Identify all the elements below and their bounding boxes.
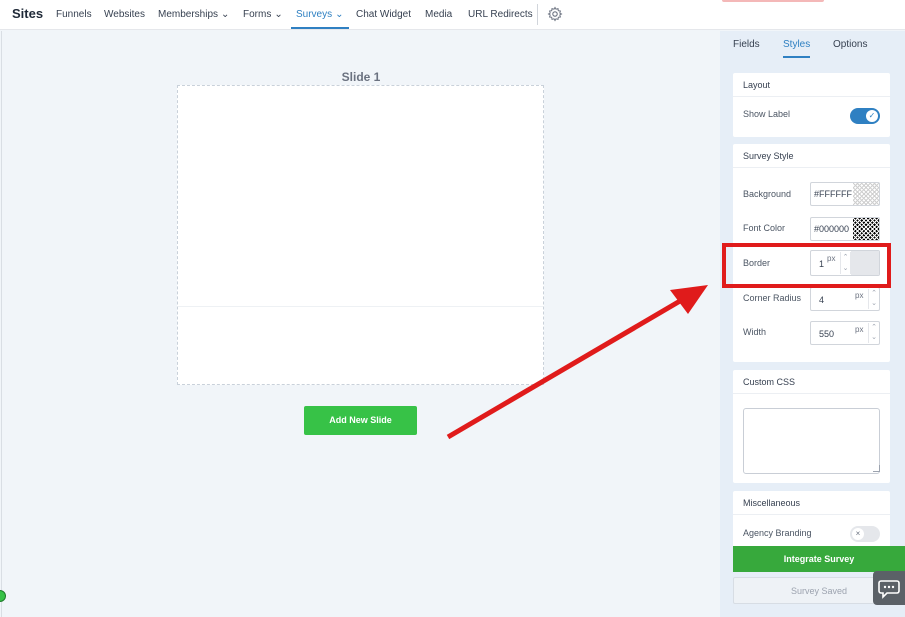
resize-handle-icon[interactable] — [873, 465, 880, 472]
nav-item-forms[interactable]: Forms ⌄ — [243, 0, 283, 29]
agency-branding-label: Agency Branding — [743, 528, 812, 538]
chat-support-button[interactable] — [873, 571, 905, 605]
layout-card: Layout Show Label ✓ — [733, 73, 890, 137]
nav-divider — [537, 4, 538, 25]
background-color-field[interactable]: #FFFFFF — [810, 182, 880, 206]
nav-item-label: Forms — [243, 9, 272, 20]
tab-fields[interactable]: Fields — [733, 31, 760, 58]
slide-preview[interactable] — [177, 85, 544, 385]
survey-style-heading: Survey Style — [733, 144, 890, 168]
corner-radius-label: Corner Radius — [743, 293, 802, 303]
nav-item-chat-widget[interactable]: Chat Widget — [356, 0, 411, 29]
show-label-toggle[interactable]: ✓ — [850, 108, 880, 124]
nav-item-label: Memberships — [158, 9, 219, 20]
width-value: 550 — [819, 329, 835, 339]
nav-item-memberships[interactable]: Memberships ⌄ — [158, 0, 229, 29]
tab-styles[interactable]: Styles — [783, 31, 811, 58]
font-color-value: #000000 — [814, 224, 850, 234]
nav-item-label: URL Redirects — [468, 9, 533, 20]
custom-css-textarea[interactable] — [743, 408, 880, 474]
corner-radius-field[interactable]: 4 px ⌃ ⌄ — [810, 287, 880, 311]
agency-branding-toggle[interactable]: × — [850, 526, 880, 542]
width-unit: px — [855, 325, 864, 334]
miscellaneous-card: Miscellaneous Agency Branding × — [733, 491, 890, 547]
top-nav: Sites Funnels Websites Memberships ⌄ Form… — [0, 0, 905, 30]
show-label-text: Show Label — [743, 109, 791, 119]
stepper-down-icon[interactable]: ⌄ — [869, 333, 879, 343]
slide-divider — [178, 306, 543, 307]
slide-title: Slide 1 — [341, 70, 381, 84]
nav-item-surveys[interactable]: Surveys ⌄ — [291, 0, 349, 29]
nav-item-websites[interactable]: Websites — [104, 0, 145, 29]
font-color-field[interactable]: #000000 — [810, 217, 880, 241]
font-color-label: Font Color — [743, 223, 786, 233]
corner-radius-unit: px — [855, 291, 864, 300]
chevron-down-icon: ⌄ — [221, 9, 230, 20]
chevron-down-icon: ⌄ — [335, 9, 344, 20]
nav-item-label: Media — [425, 9, 453, 20]
background-swatch[interactable] — [853, 183, 879, 205]
nav-item-funnels[interactable]: Funnels — [56, 0, 92, 29]
nav-item-label: Websites — [104, 9, 145, 20]
add-new-slide-button[interactable]: Add New Slide — [304, 406, 417, 435]
width-field[interactable]: 550 px ⌃ ⌄ — [810, 321, 880, 345]
brand-title: Sites — [12, 6, 44, 21]
font-color-swatch[interactable] — [853, 218, 879, 240]
check-icon: ✓ — [866, 110, 878, 122]
highlight-box — [722, 243, 891, 288]
chevron-down-icon: ⌄ — [274, 9, 283, 20]
close-icon: × — [852, 528, 864, 540]
corner-radius-stepper[interactable]: ⌃ ⌄ — [868, 289, 879, 309]
width-label: Width — [743, 327, 767, 337]
nav-item-label: Chat Widget — [356, 9, 412, 20]
custom-css-heading: Custom CSS — [733, 370, 890, 394]
tab-options[interactable]: Options — [833, 31, 867, 58]
corner-radius-value: 4 — [819, 295, 825, 305]
custom-css-card: Custom CSS — [733, 370, 890, 483]
miscellaneous-heading: Miscellaneous — [733, 491, 890, 515]
nav-item-media[interactable]: Media — [425, 0, 452, 29]
width-stepper[interactable]: ⌃ ⌄ — [868, 323, 879, 343]
integrate-survey-button[interactable]: Integrate Survey — [733, 546, 905, 572]
stepper-up-icon[interactable]: ⌃ — [869, 289, 879, 299]
chat-bubble-icon — [878, 580, 900, 599]
background-label: Background — [743, 189, 792, 199]
layout-heading: Layout — [733, 73, 890, 97]
nav-item-label: Funnels — [56, 9, 92, 20]
panel-tabs: Fields Styles Options — [720, 31, 905, 58]
background-color-value: #FFFFFF — [814, 189, 852, 199]
gear-icon[interactable] — [547, 6, 563, 22]
stepper-down-icon[interactable]: ⌄ — [869, 299, 879, 309]
nav-item-label: Surveys — [296, 9, 333, 20]
alert-strip — [722, 0, 824, 2]
nav-item-url-redirects[interactable]: URL Redirects — [468, 0, 533, 29]
stepper-up-icon[interactable]: ⌃ — [869, 323, 879, 333]
